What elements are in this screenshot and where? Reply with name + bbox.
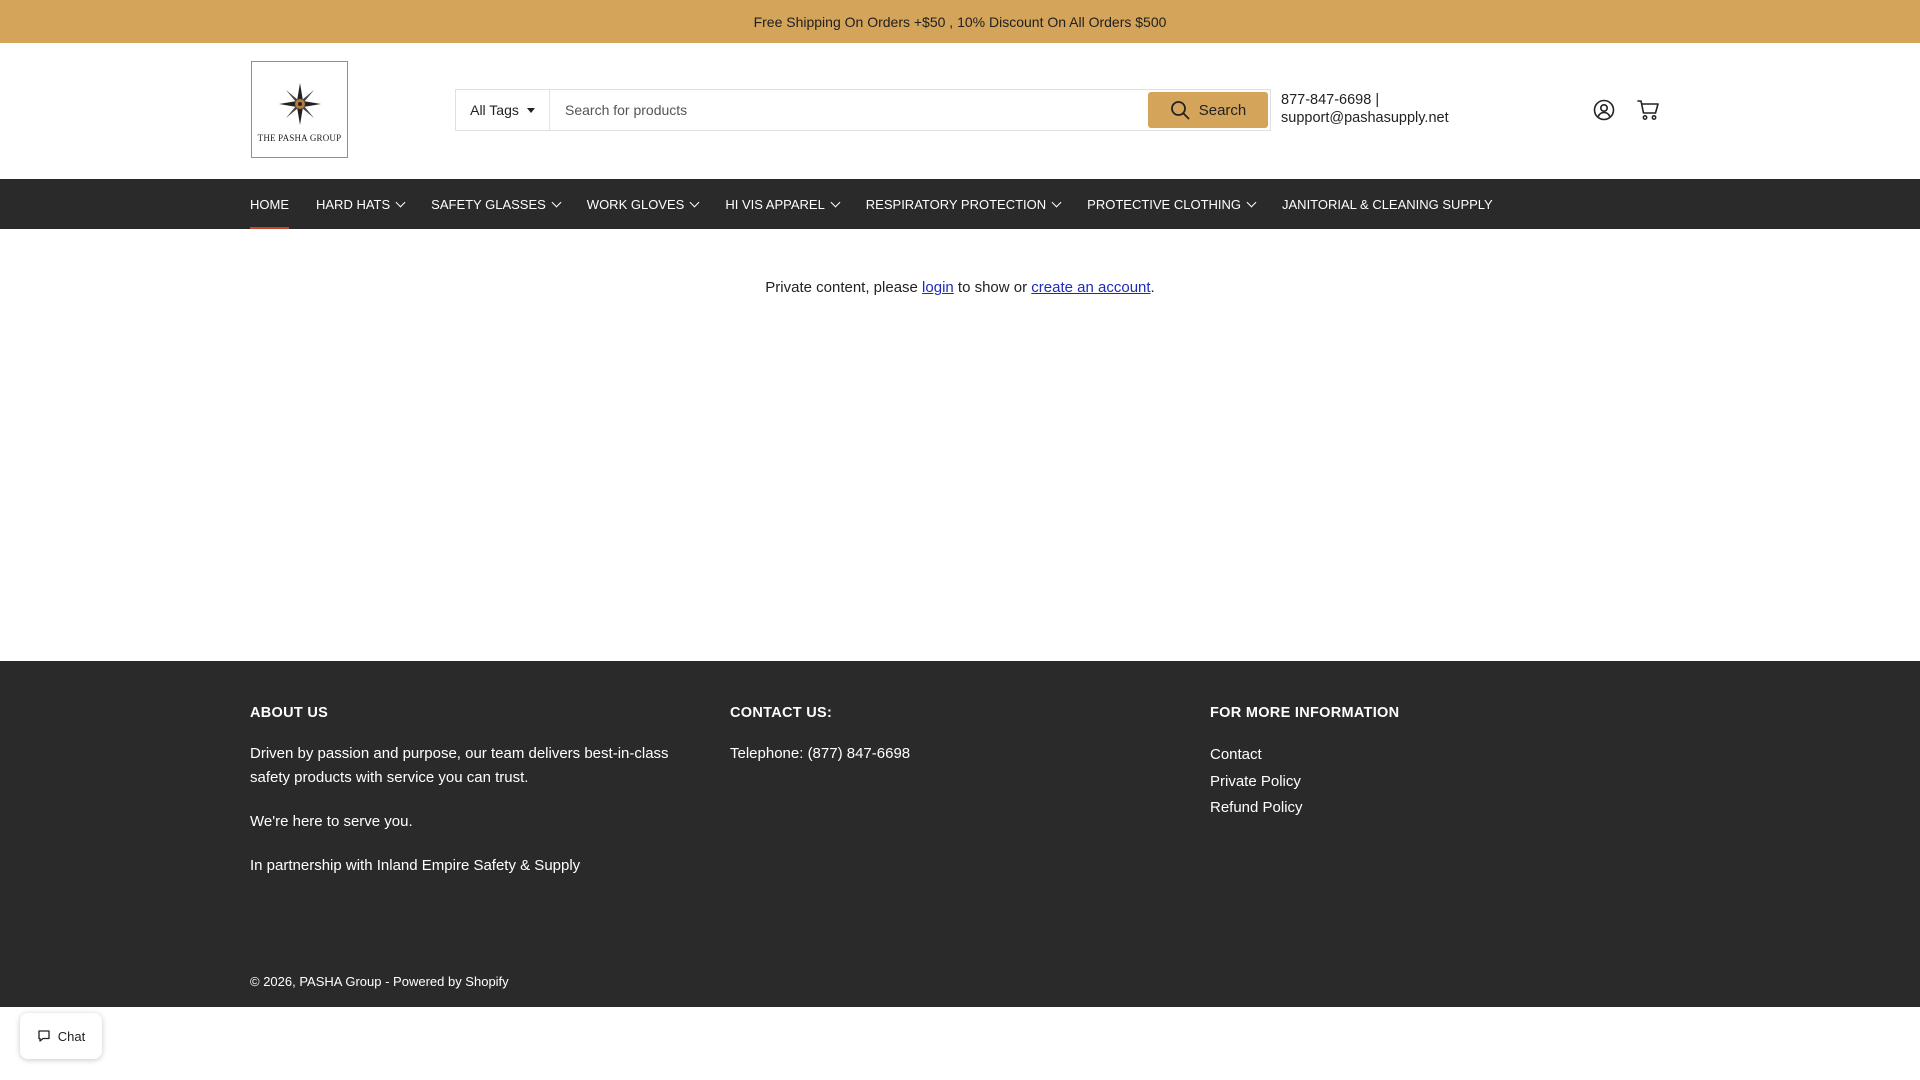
message-after: .	[1150, 279, 1155, 296]
nav-item-hi-vis-apparel[interactable]: HI VIS APPAREL	[725, 179, 841, 229]
message-before: Private content, please	[765, 279, 923, 296]
footer-telephone[interactable]: Telephone: (877) 847-6698	[730, 742, 1170, 766]
nav-item-respiratory-protection[interactable]: RESPIRATORY PROTECTION	[865, 179, 1062, 229]
nav-item-label: WORK GLOVES	[586, 196, 685, 212]
nav-item-label: RESPIRATORY PROTECTION	[865, 196, 1047, 212]
footer-link-refund-policy[interactable]: Refund Policy	[1210, 795, 1650, 822]
tags-dropdown[interactable]: All Tags	[456, 90, 550, 130]
nav-item-label: HI VIS APPAREL	[725, 196, 825, 212]
account-icon	[1593, 99, 1615, 121]
search-bar: All Tags Search	[455, 89, 1271, 131]
site-footer: ABOUT US Driven by passion and purpose, …	[0, 661, 1920, 1007]
main-nav-list: HOME HARD HATS SAFETY GLASSES WORK GLOVES HI…	[250, 179, 1520, 229]
footer-contact: CONTACT US: Telephone: (877) 847-6698	[730, 705, 1170, 786]
chat-button-label: Chat	[57, 1028, 86, 1044]
cart-icon	[1636, 100, 1659, 120]
copyright: © 2026, PASHA Group - Powered by Shopify	[250, 974, 509, 989]
footer-link-contact[interactable]: Contact	[1210, 742, 1650, 769]
nav-item-safety-glasses[interactable]: SAFETY GLASSES	[431, 179, 562, 229]
chat-bubble-icon	[38, 1030, 50, 1042]
header-contact: 877-847-6698 | support@pashasupply.net	[1281, 91, 1449, 127]
copyright-separator: -	[381, 974, 394, 989]
compass-star-icon	[278, 82, 321, 125]
footer-about-title: ABOUT US	[250, 705, 329, 721]
chevron-down-icon	[1051, 197, 1062, 207]
chevron-down-icon	[689, 197, 700, 207]
announcement-text: Free Shipping On Orders +$50 , 10% Disco…	[753, 13, 1167, 30]
header-email[interactable]: support@pashasupply.net	[1281, 109, 1449, 127]
cart-button[interactable]	[1636, 98, 1660, 122]
search-input[interactable]	[550, 90, 1146, 130]
chevron-down-icon	[1246, 197, 1257, 207]
chevron-down-icon	[551, 197, 562, 207]
nav-item-hard-hats[interactable]: HARD HATS	[316, 179, 406, 229]
chevron-down-icon	[830, 197, 841, 207]
nav-item-home[interactable]: HOME	[250, 179, 289, 229]
nav-item-label: HARD HATS	[316, 196, 391, 212]
copyright-prefix: © 2026,	[250, 974, 300, 989]
site-header: THE PASHA GROUP All Tags Search 877-847-…	[0, 43, 1920, 179]
footer-about-text-1: Driven by passion and purpose, our team …	[250, 745, 669, 786]
chevron-down-icon	[395, 197, 406, 207]
search-button-label: Search	[1198, 101, 1247, 119]
message-middle: to show or	[953, 279, 1032, 296]
login-link[interactable]: login	[922, 279, 954, 296]
footer-more-info-title: FOR MORE INFORMATION	[1210, 705, 1400, 721]
powered-by-shopify-link[interactable]: Powered by Shopify	[393, 974, 509, 989]
tags-dropdown-label: All Tags	[470, 102, 519, 118]
nav-item-label: SAFETY GLASSES	[431, 196, 546, 212]
footer-about: ABOUT US Driven by passion and purpose, …	[250, 705, 690, 898]
footer-about-text-3: In partnership with Inland Empire Safety…	[250, 857, 581, 874]
logo[interactable]: THE PASHA GROUP	[251, 61, 348, 158]
logo-text: THE PASHA GROUP	[257, 132, 342, 143]
footer-link-private-policy[interactable]: Private Policy	[1210, 769, 1650, 796]
create-account-link[interactable]: create an account	[1031, 279, 1150, 296]
nav-item-work-gloves[interactable]: WORK GLOVES	[586, 179, 700, 229]
announcement-bar: Free Shipping On Orders +$50 , 10% Disco…	[0, 0, 1920, 43]
copyright-brand-link[interactable]: PASHA Group	[299, 974, 381, 989]
nav-item-protective-clothing[interactable]: PROTECTIVE CLOTHING	[1087, 179, 1257, 229]
nav-item-janitorial-and-cleaning-supply[interactable]: JANITORIAL & CLEANING SUPPLY	[1282, 179, 1493, 229]
header-phone[interactable]: 877-847-6698 |	[1281, 91, 1449, 109]
main-nav: HOME HARD HATS SAFETY GLASSES WORK GLOVES HI…	[0, 179, 1920, 229]
chat-button[interactable]: Chat	[20, 1013, 102, 1059]
nav-item-label: JANITORIAL & CLEANING SUPPLY	[1282, 196, 1493, 212]
caret-down-icon	[526, 107, 535, 113]
nav-item-label: HOME	[250, 196, 289, 212]
nav-item-label: PROTECTIVE CLOTHING	[1087, 196, 1242, 212]
footer-contact-title: CONTACT US:	[730, 705, 833, 721]
footer-more-info: FOR MORE INFORMATION Contact Private Pol…	[1210, 705, 1650, 822]
footer-about-text-2: We're here to serve you.	[250, 813, 413, 830]
search-button[interactable]: Search	[1148, 92, 1268, 128]
search-icon	[1170, 101, 1190, 120]
private-content-message: Private content, please login to show or…	[0, 279, 1920, 296]
account-button[interactable]	[1592, 98, 1616, 122]
